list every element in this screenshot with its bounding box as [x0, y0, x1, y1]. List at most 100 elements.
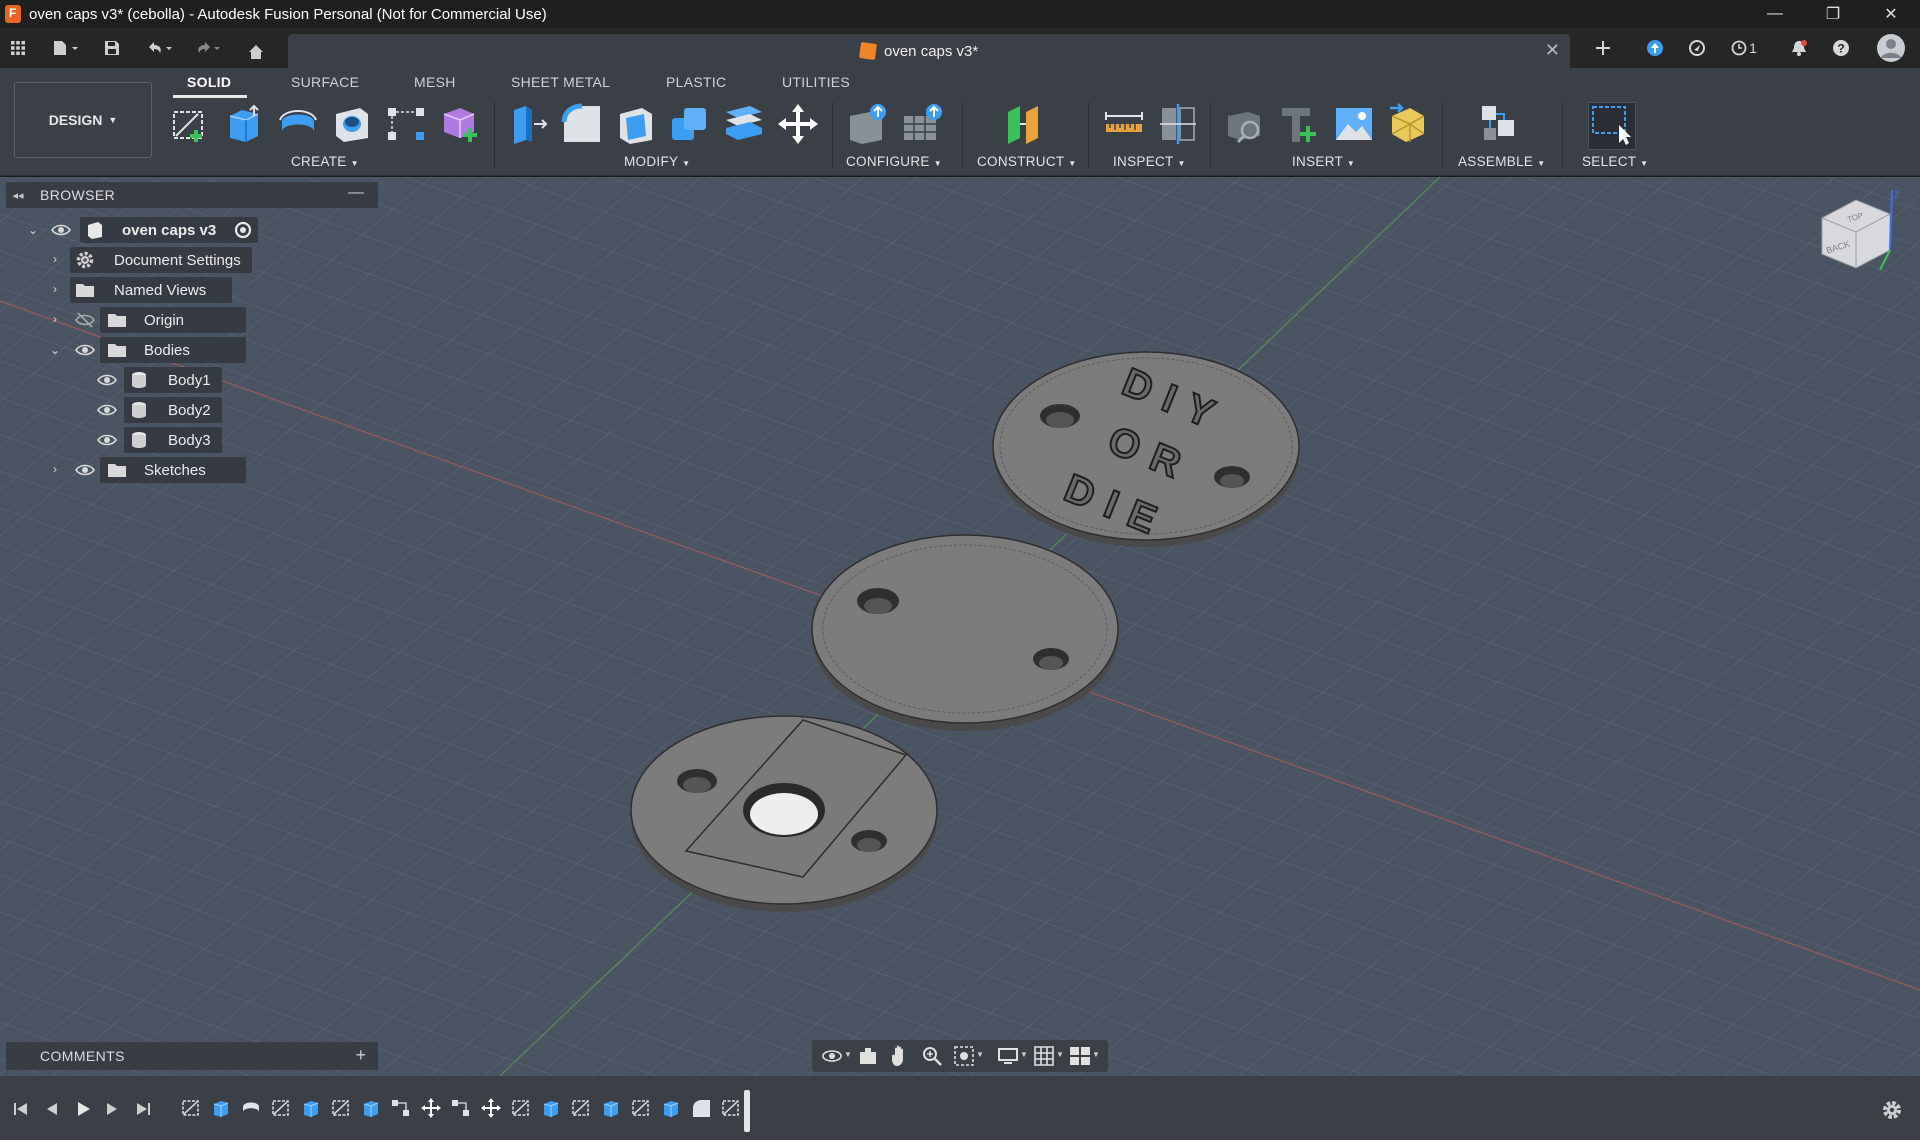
shell-tool[interactable] — [614, 102, 658, 146]
timeline-feature-pattern-icon[interactable] — [450, 1097, 472, 1119]
fit-tool[interactable] — [952, 1044, 976, 1068]
redo-icon[interactable] — [190, 28, 226, 68]
insert-derive-tool[interactable] — [1224, 102, 1268, 146]
visibility-eye-icon[interactable] — [74, 339, 96, 361]
workspace-switcher[interactable]: DESIGN ▼ — [14, 82, 152, 158]
timeline-feature-move-icon[interactable] — [420, 1097, 442, 1119]
modify-group-label[interactable]: MODIFY ▼ — [624, 154, 690, 169]
online-status[interactable]: 1 — [1726, 28, 1762, 68]
tab-utilities[interactable]: UTILITIES — [782, 74, 850, 90]
browser-item-sketches[interactable]: › Sketches — [48, 457, 268, 483]
configure-design-tool[interactable] — [846, 102, 890, 146]
browser-item-document-settings[interactable]: › Document Settings — [48, 247, 268, 273]
timeline-feature-sketch-icon[interactable] — [570, 1097, 592, 1119]
user-avatar[interactable] — [1874, 28, 1908, 68]
canvas-image-tool[interactable] — [1332, 102, 1376, 146]
expand-chevron-icon[interactable]: › — [48, 462, 62, 476]
timeline-feature-extrude-icon[interactable] — [360, 1097, 382, 1119]
revolve-tool[interactable] — [276, 102, 320, 146]
browser-root-node[interactable]: ⌄ oven caps v3 — [26, 217, 266, 243]
select-tool[interactable] — [1588, 102, 1636, 150]
pan-tool[interactable] — [888, 1044, 912, 1068]
insert-text-tool[interactable] — [1278, 102, 1322, 146]
grid-settings-tool[interactable] — [1032, 1044, 1056, 1068]
construct-group-label[interactable]: CONSTRUCT ▼ — [977, 154, 1076, 169]
browser-item-body3[interactable]: Body3 — [96, 427, 236, 453]
timeline-feature-extrude-icon[interactable] — [660, 1097, 682, 1119]
model-scene[interactable]: DIY OR DIE — [0, 177, 1920, 1076]
activate-radio-icon[interactable] — [232, 219, 254, 241]
minimize-browser-icon[interactable]: — — [348, 184, 364, 202]
timeline-feature-extrude-icon[interactable] — [210, 1097, 232, 1119]
select-group-label[interactable]: SELECT ▼ — [1582, 154, 1648, 169]
expand-chevron-icon[interactable]: › — [48, 312, 62, 326]
timeline-feature-pattern-icon[interactable] — [390, 1097, 412, 1119]
minimize-button[interactable]: — — [1746, 0, 1804, 28]
document-tab[interactable]: oven caps v3* ✕ — [288, 34, 1570, 68]
data-panel-grid-icon[interactable] — [6, 28, 30, 68]
press-pull-tool[interactable] — [506, 102, 550, 146]
create-form-tool[interactable] — [438, 102, 482, 146]
add-comment-icon[interactable]: + — [355, 1045, 366, 1066]
go-to-end-button[interactable] — [130, 1096, 156, 1122]
notifications-bell-icon[interactable] — [1786, 28, 1812, 68]
look-at-tool[interactable] — [856, 1044, 880, 1068]
expand-chevron-icon[interactable]: ⌄ — [26, 223, 40, 237]
job-status-icon[interactable] — [1642, 28, 1668, 68]
timeline-feature-move-icon[interactable] — [480, 1097, 502, 1119]
assemble-group-label[interactable]: ASSEMBLE ▼ — [1458, 154, 1545, 169]
create-group-label[interactable]: CREATE ▼ — [291, 154, 359, 169]
inspect-group-label[interactable]: INSPECT ▼ — [1113, 154, 1186, 169]
tab-surface[interactable]: SURFACE — [291, 74, 359, 90]
viewports-tool[interactable] — [1068, 1044, 1092, 1068]
insert-group-label[interactable]: INSERT ▼ — [1292, 154, 1355, 169]
timeline-feature-extrude-icon[interactable] — [540, 1097, 562, 1119]
close-window-button[interactable]: ✕ — [1862, 0, 1920, 28]
tab-sheet-metal[interactable]: SHEET METAL — [511, 74, 610, 90]
browser-item-origin[interactable]: › Origin — [48, 307, 268, 333]
save-icon[interactable] — [100, 28, 124, 68]
go-to-start-button[interactable] — [8, 1096, 34, 1122]
visibility-eye-icon[interactable] — [96, 429, 118, 451]
combine-tool[interactable] — [668, 102, 712, 146]
timeline-feature-sketch-icon[interactable] — [510, 1097, 532, 1119]
timeline-feature-fillet-icon[interactable] — [690, 1097, 712, 1119]
play-button[interactable] — [70, 1096, 96, 1122]
offset-plane-tool[interactable] — [1002, 102, 1046, 146]
tab-solid[interactable]: SOLID — [187, 74, 231, 90]
move-copy-tool[interactable] — [776, 102, 820, 146]
display-dropdown-arrow-icon[interactable]: ▼ — [1020, 1050, 1028, 1059]
fillet-tool[interactable] — [560, 102, 604, 146]
visibility-eye-icon[interactable] — [96, 369, 118, 391]
display-settings-tool[interactable] — [996, 1044, 1020, 1068]
step-back-button[interactable] — [38, 1096, 64, 1122]
body-cap-engraved[interactable]: DIY OR DIE — [992, 351, 1300, 549]
view-cube[interactable]: TOP BACK Z — [1812, 188, 1908, 298]
timeline-settings-gear-icon[interactable] — [1880, 1098, 1904, 1122]
grid-dropdown-arrow-icon[interactable]: ▼ — [1056, 1050, 1064, 1059]
browser-panel-header[interactable]: ◂◂ BROWSER — — [6, 182, 378, 208]
viewports-dropdown-arrow-icon[interactable]: ▼ — [1092, 1050, 1100, 1059]
split-body-tool[interactable] — [722, 102, 766, 146]
zoom-dropdown-arrow-icon[interactable]: ▼ — [976, 1050, 984, 1059]
timeline-feature-extrude-icon[interactable] — [300, 1097, 322, 1119]
orbit-dropdown-arrow-icon[interactable]: ▼ — [844, 1050, 852, 1059]
pattern-tool[interactable] — [384, 102, 428, 146]
timeline-feature-sketch-icon[interactable] — [330, 1097, 352, 1119]
timeline-feature-revolve-icon[interactable] — [240, 1097, 262, 1119]
canvas-viewport[interactable]: DIY OR DIE — [0, 177, 1920, 1076]
create-sketch-tool[interactable] — [168, 102, 212, 146]
body-cap-slotted[interactable] — [630, 715, 938, 912]
insert-mesh-tool[interactable] — [1386, 102, 1430, 146]
tab-mesh[interactable]: MESH — [414, 74, 456, 90]
hole-tool[interactable] — [330, 102, 374, 146]
configure-group-label[interactable]: CONFIGURE ▼ — [846, 154, 942, 169]
step-forward-button[interactable] — [100, 1096, 126, 1122]
expand-chevron-icon[interactable]: › — [48, 252, 62, 266]
new-component-tool[interactable] — [1476, 102, 1520, 146]
hidden-eye-icon[interactable] — [74, 309, 96, 331]
comments-panel[interactable]: COMMENTS + — [6, 1042, 378, 1070]
timeline-feature-sketch-icon[interactable] — [720, 1097, 742, 1119]
extrude-tool[interactable] — [222, 102, 266, 146]
section-analysis-tool[interactable] — [1156, 102, 1200, 146]
